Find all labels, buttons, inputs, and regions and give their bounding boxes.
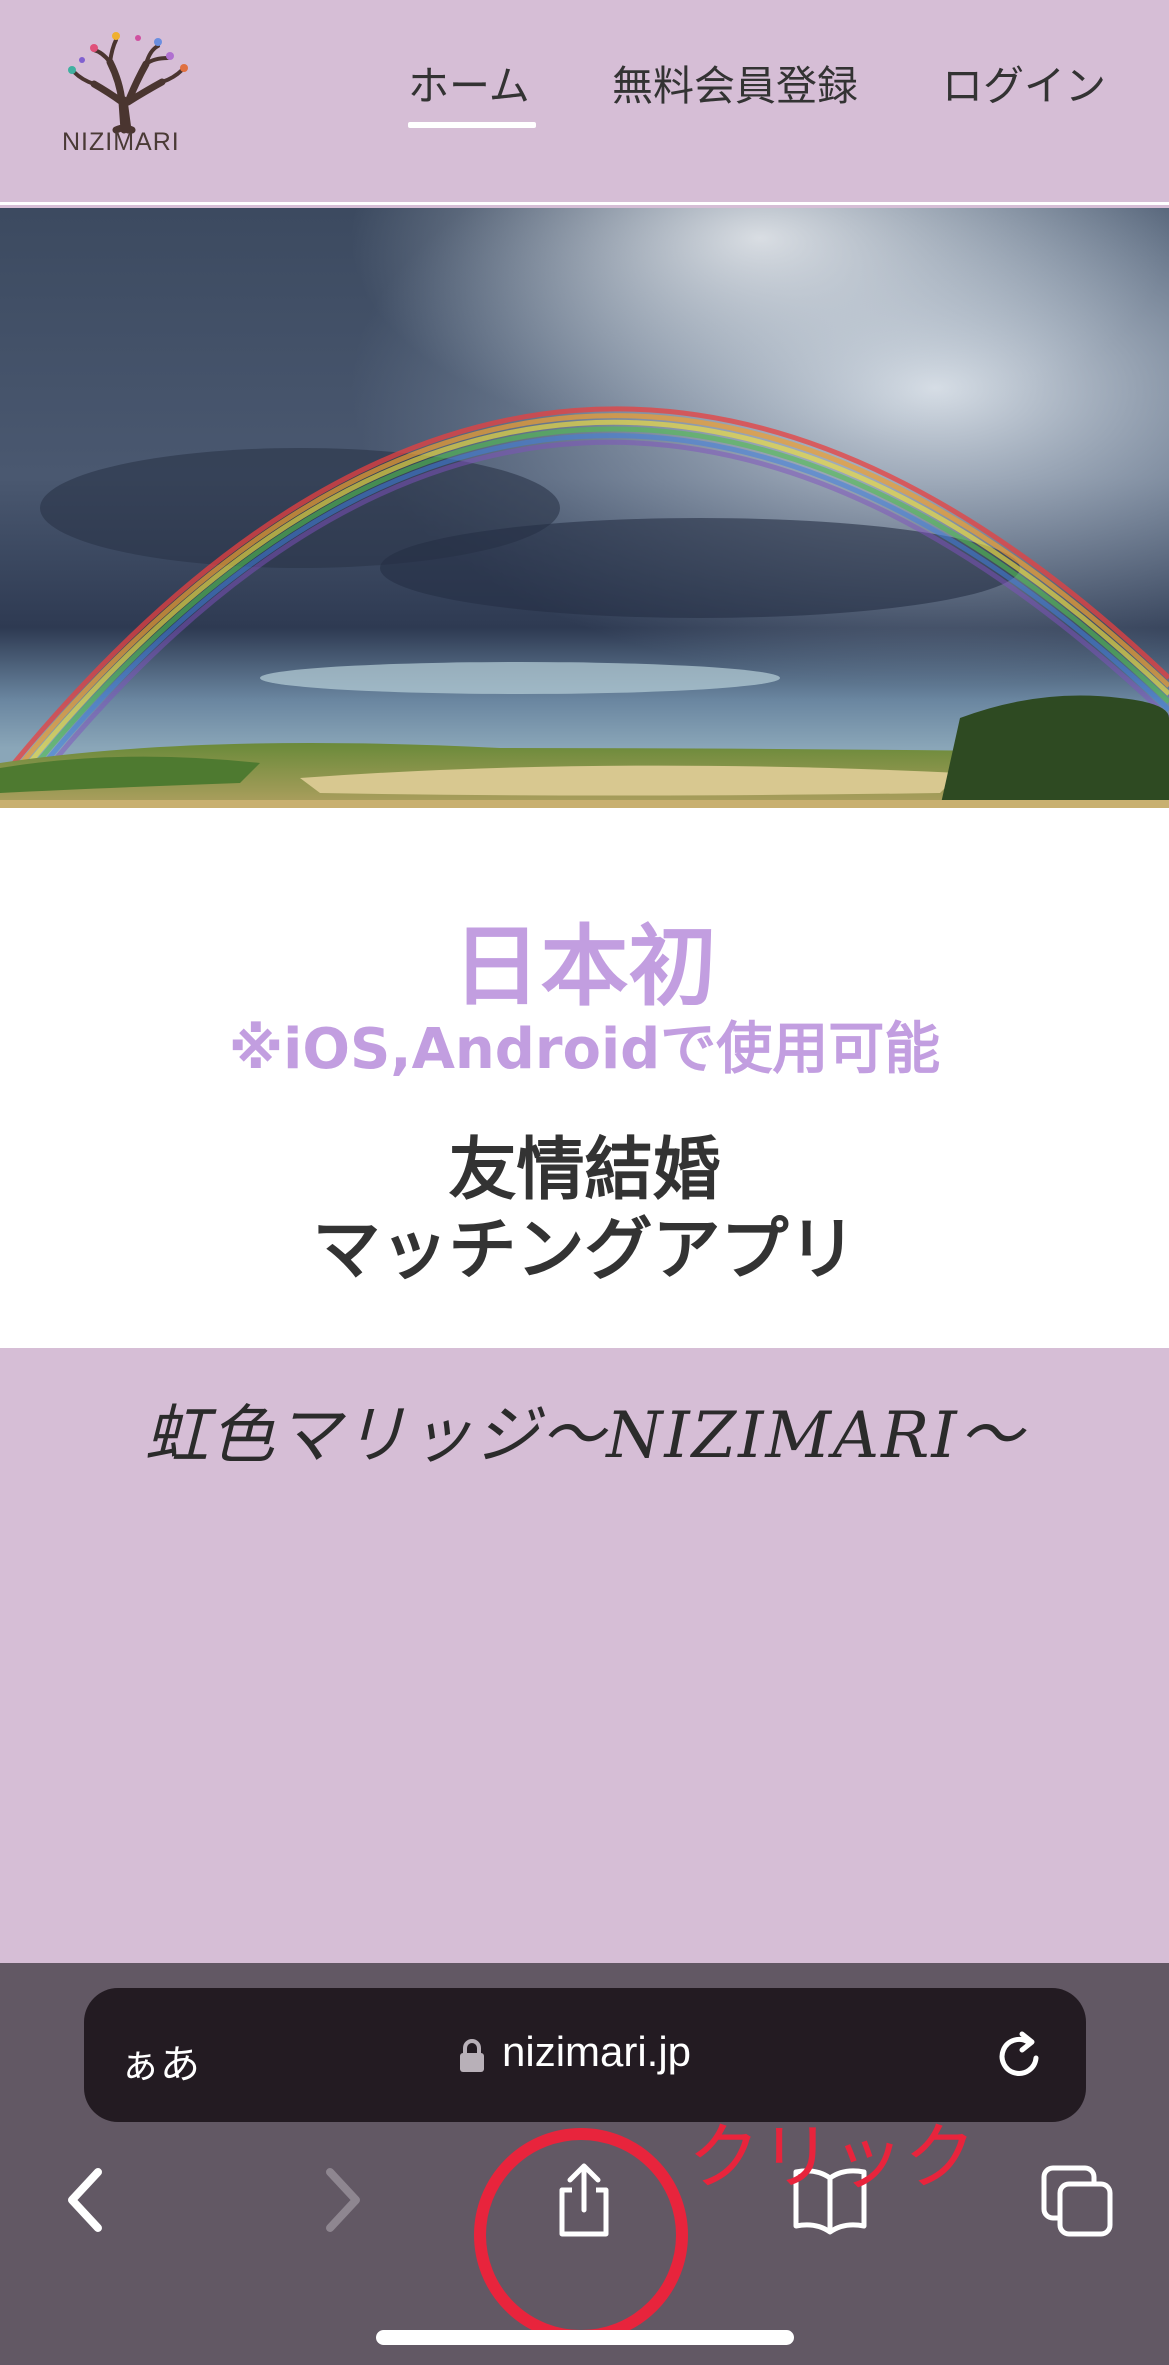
nav-login[interactable]: ログイン: [942, 52, 1106, 112]
reader-options-button[interactable]: ぁあ: [120, 2032, 200, 2090]
platform-note: ※iOS,Androidで使用可能: [228, 1017, 941, 1082]
home-indicator[interactable]: [376, 2330, 794, 2345]
nav-free-registration[interactable]: 無料会員登録: [612, 52, 858, 112]
nav-active-underline: [408, 122, 536, 128]
click-annotation-label: クリック: [688, 2115, 977, 2199]
url-text[interactable]: nizimari.jp: [502, 2028, 691, 2076]
chevron-left-icon[interactable]: [48, 2160, 128, 2240]
site-header: NIZIMARI ホーム 無料会員登録 ログイン: [0, 0, 1169, 205]
intro-section: 日本初 ※iOS,Androidで使用可能 友情結婚 マッチングアプリ: [0, 808, 1169, 1348]
reload-icon[interactable]: [992, 2028, 1048, 2084]
lock-icon: [460, 2039, 484, 2072]
hero-rainbow-image: [0, 208, 1169, 808]
tagline-line2: マッチングアプリ: [312, 1211, 857, 1290]
chevron-right-icon[interactable]: [300, 2160, 380, 2240]
nav-home[interactable]: ホーム: [408, 52, 530, 112]
click-annotation-circle: [474, 2128, 688, 2342]
logo-text: NIZIMARI: [62, 128, 180, 156]
brand-name: 虹色マリッジ～NIZIMARI～: [144, 1399, 1025, 1473]
tabs-icon[interactable]: [1038, 2160, 1118, 2240]
